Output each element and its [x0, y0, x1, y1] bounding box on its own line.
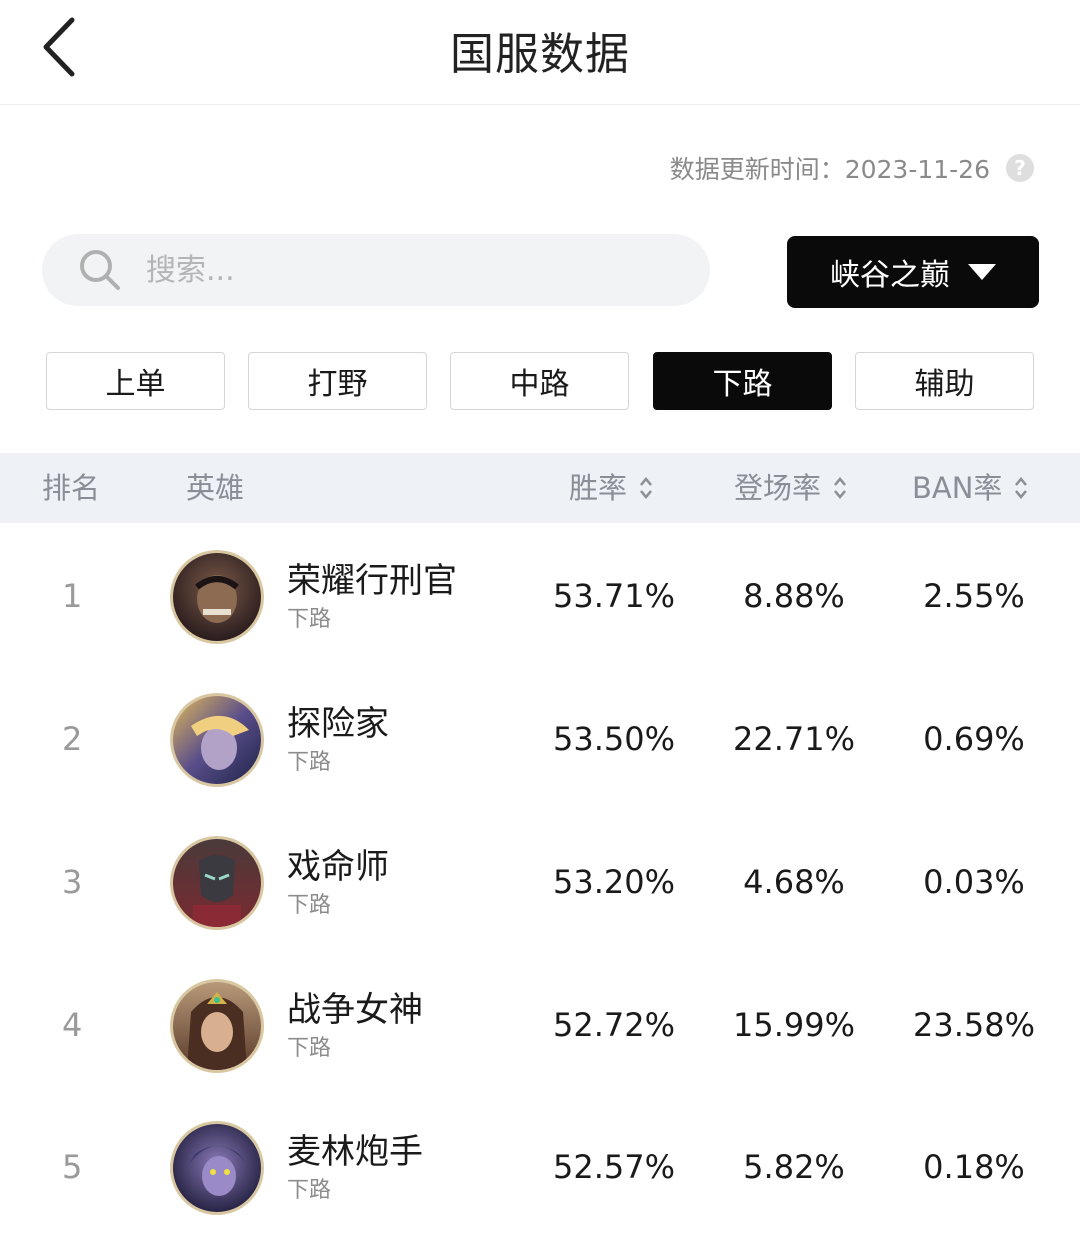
win-rate: 53.20%: [552, 863, 675, 901]
rank-number: 4: [62, 1006, 83, 1044]
pick-rate: 22.71%: [732, 720, 855, 758]
tab-top-lane[interactable]: 上单: [46, 352, 225, 410]
hero-lane: 下路: [287, 607, 332, 632]
table-row[interactable]: 4 战争女神 下路 52.72% 15.99% 23.58%: [0, 954, 1080, 1097]
pick-rate: 5.82%: [743, 1148, 845, 1186]
ban-rate: 0.03%: [923, 863, 1025, 901]
update-time-label: 数据更新时间：2023-11-26: [669, 155, 990, 184]
win-rate: 53.50%: [552, 720, 675, 758]
tab-label: 中路: [509, 367, 570, 402]
hero-avatar[interactable]: [170, 550, 264, 644]
ban-rate: 0.18%: [923, 1148, 1025, 1186]
rank-number: 5: [62, 1148, 83, 1186]
rank-number: 2: [62, 720, 83, 758]
win-rate: 52.57%: [552, 1148, 675, 1186]
col-hero-label: 英雄: [186, 471, 245, 505]
mode-dropdown-value: 峡谷之巅: [830, 258, 950, 293]
hero-lane: 下路: [287, 1178, 332, 1203]
table-row[interactable]: 5 麦林炮手 下路 52.57% 5.82% 0.18%: [0, 1096, 1080, 1239]
col-rank-label: 排名: [42, 471, 101, 505]
col-pick-rate-label: 登场率: [734, 471, 822, 505]
sort-icon: [1015, 477, 1028, 499]
col-pick-rate[interactable]: 登场率: [734, 453, 847, 523]
sort-icon: [640, 477, 652, 499]
col-win-rate-label: 胜率: [569, 471, 628, 505]
tab-label: 辅助: [914, 367, 975, 402]
hero-name: 麦林炮手: [287, 1132, 423, 1172]
caret-down-icon: [968, 264, 996, 280]
table-header: 排名 英雄 胜率 登场率 BAN率: [0, 453, 1080, 523]
hero-avatar[interactable]: [170, 693, 264, 787]
hero-name: 战争女神: [287, 990, 423, 1030]
search-box[interactable]: [42, 234, 710, 306]
table-row[interactable]: 3 戏命师 下路 53.20% 4.68% 0.03%: [0, 811, 1080, 954]
pick-rate: 8.88%: [743, 577, 845, 615]
rank-number: 3: [62, 863, 83, 901]
hero-name: 荣耀行刑官: [287, 561, 457, 601]
update-time-row: 数据更新时间：2023-11-26 ?: [670, 150, 1034, 186]
tab-bot-lane[interactable]: 下路: [653, 352, 832, 410]
tab-label: 上单: [105, 367, 166, 402]
tab-support[interactable]: 辅助: [855, 352, 1034, 410]
tab-label: 下路: [712, 367, 773, 402]
ban-rate: 0.69%: [923, 720, 1025, 758]
tab-jungle[interactable]: 打野: [248, 352, 427, 410]
win-rate: 53.71%: [552, 577, 675, 615]
hero-name: 戏命师: [287, 847, 389, 887]
page-title: 国服数据: [450, 29, 630, 80]
col-ban-rate[interactable]: BAN率: [912, 453, 1028, 523]
ban-rate: 2.55%: [923, 577, 1025, 615]
help-icon[interactable]: ?: [1006, 154, 1034, 182]
tab-mid-lane[interactable]: 中路: [450, 352, 629, 410]
col-rank: 排名: [42, 453, 100, 523]
rank-number: 1: [62, 577, 83, 615]
mode-dropdown[interactable]: 峡谷之巅: [787, 236, 1039, 308]
hero-avatar[interactable]: [170, 836, 264, 930]
pick-rate: 4.68%: [743, 863, 845, 901]
hero-avatar[interactable]: [170, 979, 264, 1073]
search-icon: [80, 250, 120, 290]
win-rate: 52.72%: [552, 1006, 675, 1044]
pick-rate: 15.99%: [732, 1006, 855, 1044]
hero-avatar[interactable]: [170, 1121, 264, 1215]
sort-icon: [834, 477, 846, 499]
ban-rate: 23.58%: [912, 1006, 1035, 1044]
tab-label: 打野: [307, 367, 368, 402]
hero-name: 探险家: [287, 704, 389, 744]
col-hero: 英雄: [186, 453, 244, 523]
hero-lane: 下路: [287, 750, 332, 775]
table-row[interactable]: 2 探险家 下路 53.50% 22.71% 0.69%: [0, 668, 1080, 811]
top-bar: 国服数据: [0, 0, 1080, 105]
search-input[interactable]: [144, 251, 668, 289]
hero-lane: 下路: [287, 1036, 332, 1061]
col-win-rate[interactable]: 胜率: [569, 453, 653, 523]
table-row[interactable]: 1 荣耀行刑官 下路 53.71% 8.88% 2.55%: [0, 525, 1080, 668]
hero-lane: 下路: [287, 893, 332, 918]
col-ban-rate-label: BAN率: [912, 471, 1003, 505]
